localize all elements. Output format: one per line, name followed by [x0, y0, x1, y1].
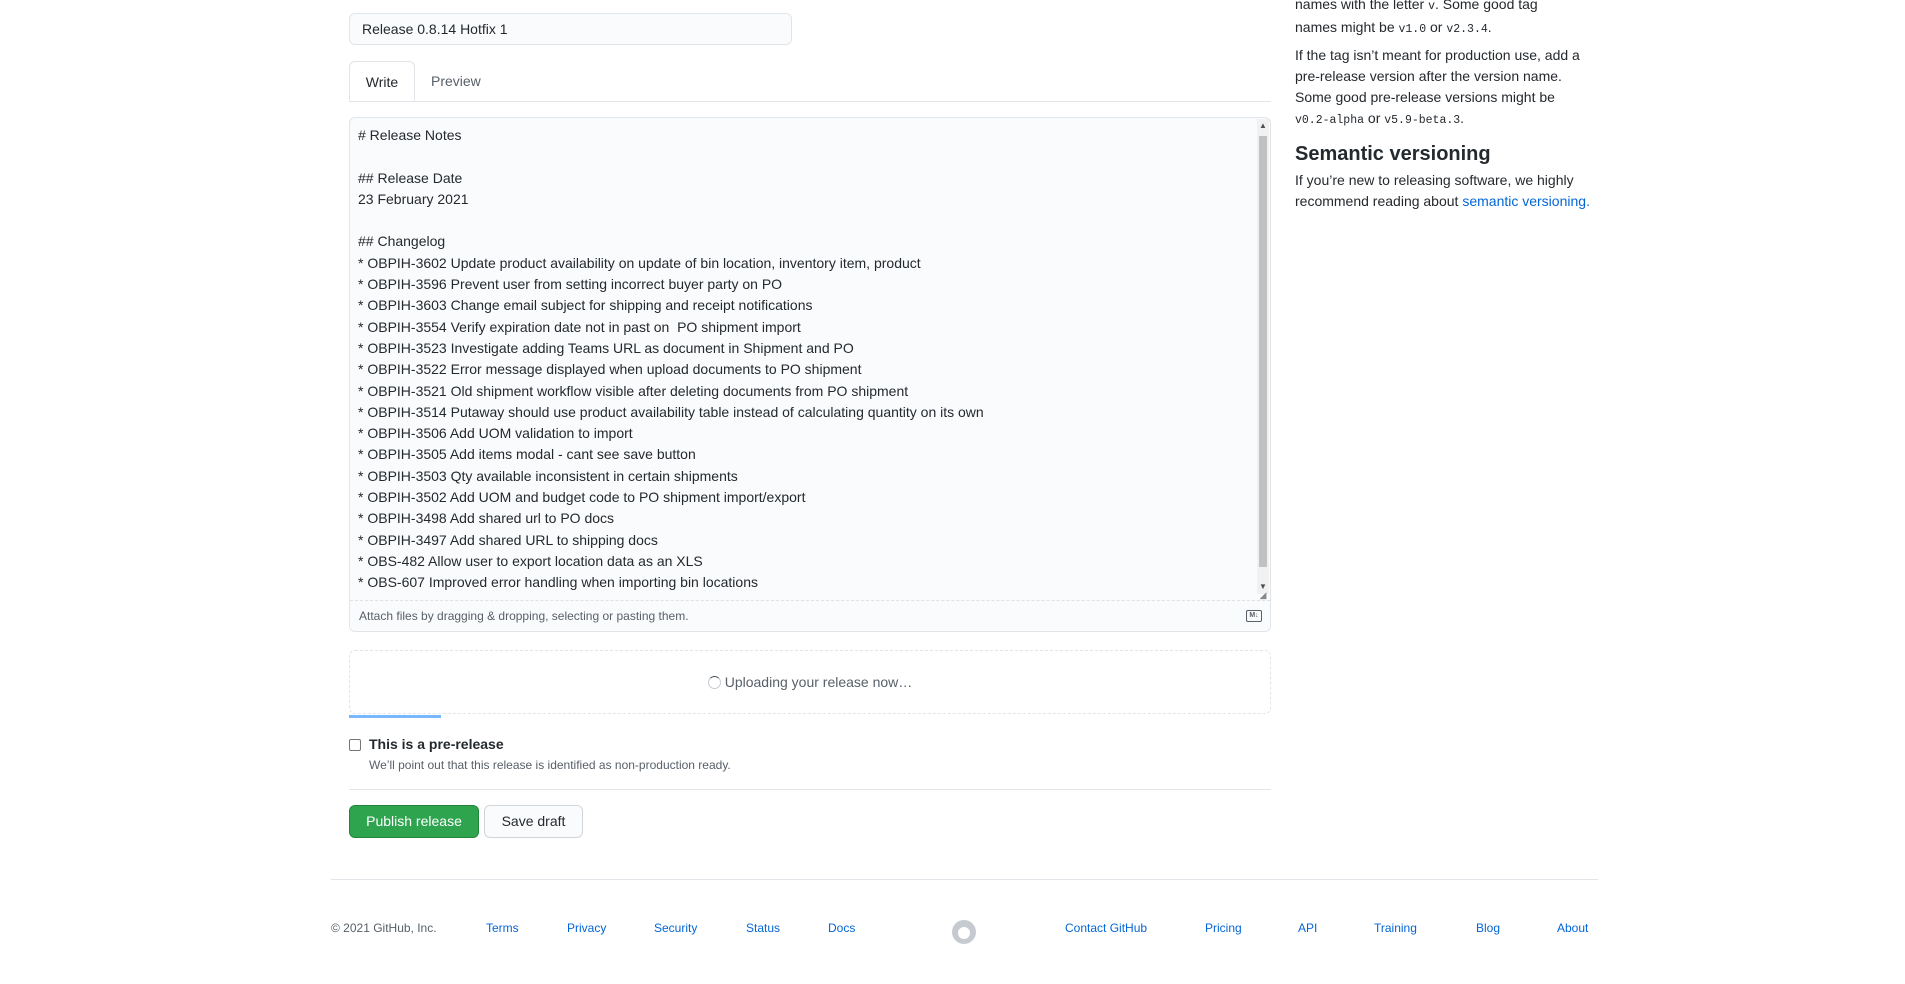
publish-release-button[interactable]: Publish release	[349, 805, 479, 838]
upload-dropzone[interactable]: Uploading your release now…	[349, 650, 1271, 714]
loading-spinner-icon	[707, 676, 721, 689]
footer-link-blog[interactable]: Blog	[1476, 921, 1500, 935]
release-body-textarea[interactable]: # Release Notes ## Release Date 23 Febru…	[358, 125, 1238, 595]
divider	[349, 789, 1271, 790]
prerelease-checkbox[interactable]	[349, 739, 361, 751]
markdown-icon[interactable]: M↓	[1246, 610, 1262, 622]
footer-link-pricing[interactable]: Pricing	[1205, 921, 1242, 935]
footer-link-privacy[interactable]: Privacy	[567, 921, 606, 935]
footer-link-security[interactable]: Security	[654, 921, 697, 935]
attach-files-hint: Attach files by dragging & dropping, sel…	[359, 609, 689, 623]
prerelease-tip-text: If the tag isn’t meant for production us…	[1295, 47, 1580, 127]
resize-grip-icon[interactable]: ◢	[1257, 590, 1269, 600]
upload-status-text: Uploading your release now…	[724, 674, 913, 690]
upload-progress-bar	[349, 715, 442, 718]
footer-link-training[interactable]: Training	[1374, 921, 1417, 935]
footer-link-api[interactable]: API	[1298, 921, 1317, 935]
semver-heading: Semantic versioning	[1295, 143, 1491, 165]
semver-link[interactable]: semantic versioning	[1462, 193, 1586, 209]
scroll-up-arrow-icon[interactable]: ▲	[1257, 119, 1269, 133]
editor-tabs: Write Preview	[349, 61, 1271, 102]
footer-link-contact[interactable]: Contact GitHub	[1065, 921, 1147, 935]
prerelease-label[interactable]: This is a pre-release	[369, 736, 504, 752]
tab-write[interactable]: Write	[349, 61, 415, 101]
footer-link-terms[interactable]: Terms	[486, 921, 519, 935]
prerelease-note: We’ll point out that this release is ide…	[369, 758, 731, 772]
github-mark-icon[interactable]	[952, 920, 976, 944]
footer-link-docs[interactable]: Docs	[828, 921, 855, 935]
save-draft-button[interactable]: Save draft	[484, 805, 583, 838]
semver-text: If you’re new to releasing software, we …	[1295, 172, 1590, 209]
attach-files-bar[interactable]: Attach files by dragging & dropping, sel…	[350, 600, 1270, 631]
footer-link-about[interactable]: About	[1557, 921, 1588, 935]
release-title-input[interactable]: Release 0.8.14 Hotfix 1	[349, 13, 792, 45]
footer-link-status[interactable]: Status	[746, 921, 780, 935]
tab-preview[interactable]: Preview	[415, 61, 497, 101]
release-body-editor[interactable]: # Release Notes ## Release Date 23 Febru…	[349, 117, 1271, 632]
footer-copyright: © 2021 GitHub, Inc.	[331, 921, 437, 935]
editor-scrollbar[interactable]: ▲ ▼	[1257, 119, 1269, 594]
tag-tip-text: names with the letter v. Some good tag n…	[1295, 0, 1538, 36]
scrollbar-thumb[interactable]	[1259, 136, 1267, 567]
footer-divider	[331, 879, 1598, 880]
